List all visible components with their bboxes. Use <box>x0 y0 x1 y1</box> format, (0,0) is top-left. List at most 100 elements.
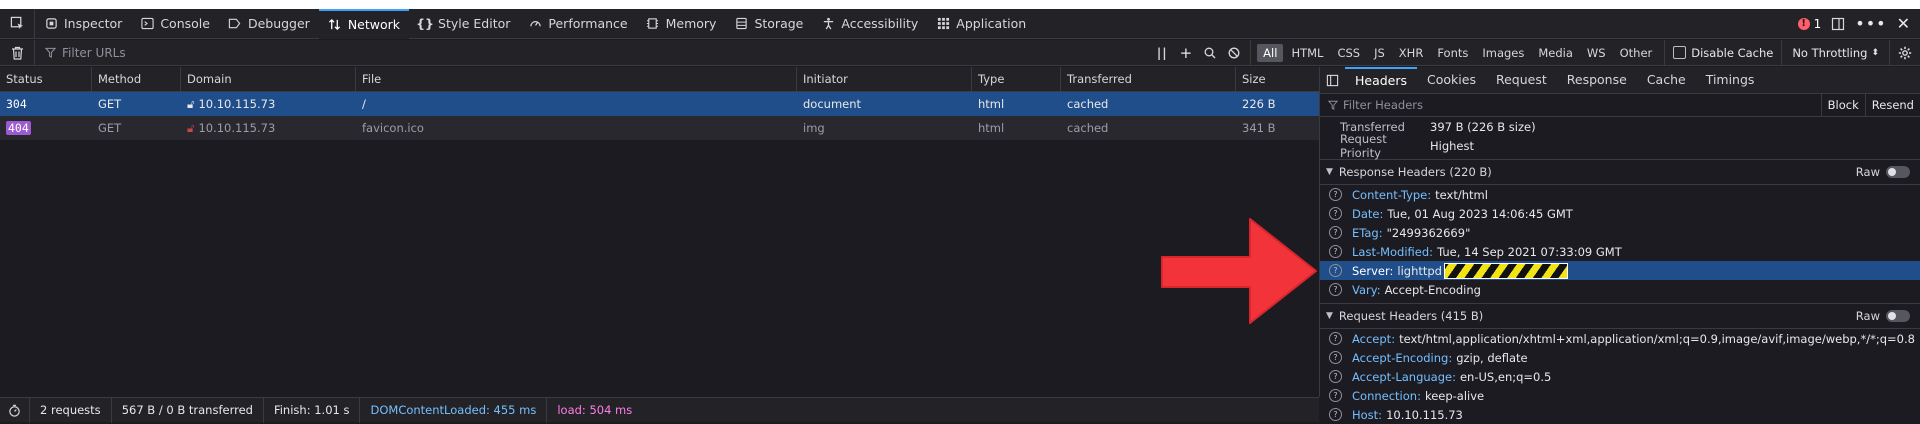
tab-memory[interactable]: Memory <box>637 9 726 39</box>
column-status[interactable]: Status <box>0 67 92 91</box>
header-row[interactable]: ? Vary: Accept-Encoding <box>1320 280 1920 299</box>
tab-application[interactable]: Application <box>927 9 1035 39</box>
element-picker-button[interactable] <box>0 8 35 39</box>
block-icon[interactable] <box>1228 47 1240 59</box>
more-options-icon[interactable]: ••• <box>1855 14 1886 33</box>
tab-cookies[interactable]: Cookies <box>1417 67 1486 93</box>
accessibility-icon <box>821 17 835 31</box>
raw-toggle[interactable]: Raw <box>1856 165 1920 179</box>
header-row[interactable]: ? Content-Type: text/html <box>1320 185 1920 204</box>
block-button[interactable]: Block <box>1820 94 1865 116</box>
method-cell: GET <box>98 97 122 111</box>
column-transferred[interactable]: Transferred <box>1061 67 1236 91</box>
sidebar-toggle-icon <box>1326 74 1339 87</box>
header-row-server[interactable]: ? Server: lighttpd <box>1320 261 1920 280</box>
table-row[interactable]: 404 GET 🔓︎ 10.10.115.73 favicon.ico img h… <box>0 116 1319 140</box>
tab-inspector[interactable]: Inspector <box>35 9 131 39</box>
filter-headers-input[interactable]: Filter Headers <box>1320 98 1821 112</box>
tab-label: Debugger <box>247 16 310 31</box>
tab-performance[interactable]: Performance <box>519 9 636 39</box>
tab-timings[interactable]: Timings <box>1696 67 1765 93</box>
header-row[interactable]: ? Last-Modified: Tue, 14 Sep 2021 07:33:09… <box>1320 242 1920 261</box>
header-value: lighttpd <box>1397 263 1442 278</box>
tab-label: Storage <box>754 16 804 31</box>
header-value: text/html,application/xhtml+xml,applicat… <box>1399 331 1915 346</box>
tab-debugger[interactable]: Debugger <box>219 9 319 39</box>
type-filter-ws[interactable]: WS <box>1581 44 1612 62</box>
tab-label: Inspector <box>64 16 123 31</box>
throttling-select[interactable]: No Throttling ⬍ <box>1782 39 1890 66</box>
type-filter-other[interactable]: Other <box>1614 44 1659 62</box>
type-filter-xhr[interactable]: XHR <box>1393 44 1430 62</box>
column-size[interactable]: Size <box>1236 67 1319 91</box>
clear-requests-button[interactable] <box>0 39 35 66</box>
table-row[interactable]: 304 GET 🔓︎ 10.10.115.73 / document html c… <box>0 92 1319 116</box>
type-filter-css[interactable]: CSS <box>1331 44 1366 62</box>
type-filter-media[interactable]: Media <box>1532 44 1579 62</box>
search-icon[interactable] <box>1204 47 1216 59</box>
type-filter-js[interactable]: JS <box>1368 44 1391 62</box>
tab-headers[interactable]: Headers <box>1345 67 1418 93</box>
filter-icon <box>45 47 56 58</box>
header-row[interactable]: ? Accept-Language: en-US,en;q=0.5 <box>1320 367 1920 386</box>
method-cell: GET <box>98 121 122 135</box>
header-row[interactable]: ? Host: 10.10.115.73 <box>1320 405 1920 424</box>
tab-console[interactable]: Console <box>131 9 219 39</box>
close-icon[interactable]: ✕ <box>1897 14 1910 33</box>
tab-request[interactable]: Request <box>1486 67 1557 93</box>
header-name: Host: <box>1352 407 1383 422</box>
performance-icon <box>528 17 542 31</box>
domain-cell: 10.10.115.73 <box>198 97 276 111</box>
request-headers-section[interactable]: ▼ Request Headers (415 B) Raw <box>1320 303 1920 329</box>
error-count-badge[interactable]: ! 1 <box>1797 17 1821 31</box>
application-icon <box>936 17 950 31</box>
column-file[interactable]: File <box>356 67 797 91</box>
header-name: Connection: <box>1352 388 1421 403</box>
response-headers-section[interactable]: ▼ Response Headers (220 B) Raw <box>1320 159 1920 185</box>
header-value: Tue, 01 Aug 2023 14:06:45 GMT <box>1387 206 1573 221</box>
tab-network[interactable]: Network <box>318 8 410 39</box>
type-filter-fonts[interactable]: Fonts <box>1431 44 1474 62</box>
tab-storage[interactable]: Storage <box>725 9 812 39</box>
dock-side-icon[interactable] <box>1831 17 1845 31</box>
type-filter-all[interactable]: All <box>1257 43 1284 62</box>
column-domain[interactable]: Domain <box>181 67 356 91</box>
tab-accessibility[interactable]: Accessibility <box>812 9 927 39</box>
stopwatch-icon <box>9 404 20 417</box>
tab-label: Style Editor <box>438 16 511 31</box>
raw-toggle[interactable]: Raw <box>1856 309 1920 323</box>
request-headers-title: Request Headers (415 B) <box>1338 309 1484 323</box>
column-method[interactable]: Method <box>92 67 181 91</box>
header-row[interactable]: ? Accept-Encoding: gzip, deflate <box>1320 348 1920 367</box>
summary-value: 397 B (226 B size) <box>1430 119 1536 134</box>
filter-urls-input[interactable]: Filter URLs <box>35 46 1147 60</box>
tab-label: Application <box>956 16 1027 31</box>
raw-label: Raw <box>1855 309 1880 323</box>
storage-icon <box>734 17 748 31</box>
network-settings-button[interactable] <box>1890 46 1920 60</box>
tab-style-editor[interactable]: {} Style Editor <box>409 9 519 39</box>
header-row[interactable]: ? Accept: text/html,application/xhtml+xml,… <box>1320 329 1920 348</box>
column-initiator[interactable]: Initiator <box>797 67 972 91</box>
header-row[interactable]: ? Date: Tue, 01 Aug 2023 14:06:45 GMT <box>1320 204 1920 223</box>
error-icon: ! <box>1797 17 1810 30</box>
help-icon: ? <box>1329 188 1342 201</box>
performance-analysis-button[interactable] <box>0 397 30 423</box>
size-cell: 341 B <box>1242 121 1276 135</box>
resend-button[interactable]: Resend <box>1864 94 1920 116</box>
domain-cell: 10.10.115.73 <box>198 121 276 135</box>
column-type[interactable]: Type <box>972 67 1061 91</box>
add-icon[interactable]: + <box>1180 44 1193 62</box>
tab-cache[interactable]: Cache <box>1637 67 1696 93</box>
header-value: Tue, 14 Sep 2021 07:33:09 GMT <box>1437 244 1622 259</box>
tab-response[interactable]: Response <box>1557 67 1637 93</box>
type-filter-html[interactable]: HTML <box>1285 44 1329 62</box>
disable-cache-checkbox[interactable]: Disable Cache <box>1665 39 1783 66</box>
header-row[interactable]: ? ETag: "2499362669" <box>1320 223 1920 242</box>
pause-icon[interactable]: || <box>1157 46 1168 60</box>
header-name: Accept-Language: <box>1352 369 1456 384</box>
header-row[interactable]: ? Connection: keep-alive <box>1320 386 1920 405</box>
type-filter-images[interactable]: Images <box>1476 44 1530 62</box>
toggle-sidebar-button[interactable] <box>1320 67 1345 93</box>
chevron-updown-icon: ⬍ <box>1871 47 1879 58</box>
